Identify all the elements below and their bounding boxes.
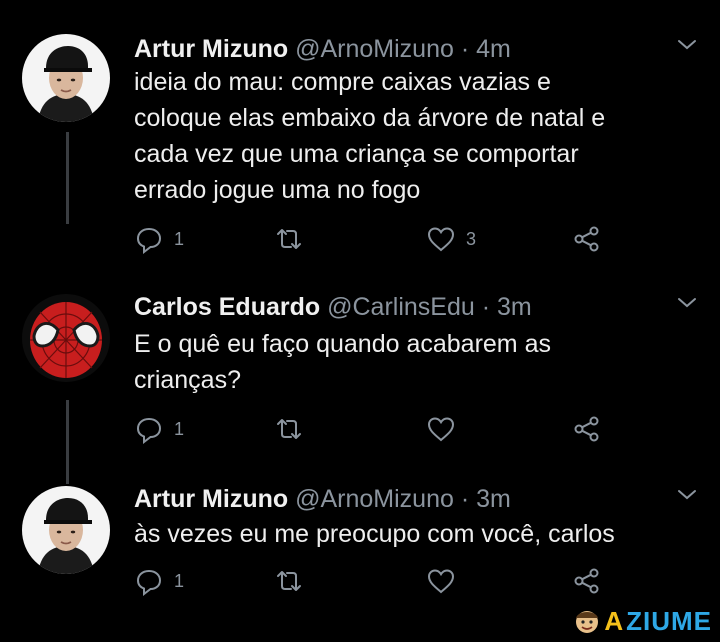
share-icon (574, 568, 599, 594)
heart-icon (427, 227, 455, 252)
timestamp[interactable]: 3m (497, 293, 532, 321)
avatar[interactable] (22, 294, 110, 382)
tweet-text-line: ideia do mau: compre caixas vazias e (134, 68, 551, 96)
watermark-logo: A ZIUME (572, 606, 712, 636)
share-button[interactable] (572, 414, 602, 444)
chevron-down-icon[interactable] (676, 296, 698, 310)
reply-icon (136, 417, 162, 444)
watermark-text: ZIUME (626, 605, 712, 636)
author-name[interactable]: Carlos Eduardo (134, 293, 320, 321)
reply-count: 1 (174, 570, 185, 591)
watermark-letter: A (604, 605, 625, 636)
mascot-face-icon (576, 611, 599, 633)
share-button[interactable] (572, 224, 602, 254)
tweet-text-line: crianças? (134, 366, 241, 394)
reply-count: 1 (174, 418, 185, 439)
avatar[interactable] (22, 34, 110, 122)
share-button[interactable] (572, 566, 602, 596)
author-name[interactable]: Artur Mizuno (134, 35, 288, 63)
tweet-text-line: coloque elas embaixo da árvore de natal … (134, 104, 606, 132)
author-handle[interactable]: @CarlinsEdu (327, 293, 475, 321)
reply-button[interactable]: 1 (134, 414, 184, 444)
tweet-text: E o quê eu faço quando acabarem as crian… (134, 326, 694, 398)
thread-line (66, 400, 69, 484)
tweet-actions: 1 (134, 566, 614, 596)
chevron-down-icon[interactable] (676, 38, 698, 52)
like-button[interactable]: 3 (426, 224, 476, 254)
thread-line (66, 132, 69, 224)
separator: · (460, 485, 470, 513)
like-count: 3 (466, 228, 477, 249)
separator: · (460, 35, 470, 63)
reply-button[interactable]: 1 (134, 566, 184, 596)
timestamp[interactable]: 3m (476, 485, 511, 513)
avatar[interactable] (22, 486, 110, 574)
tweet-text-line: às vezes eu me preocupo com você, carlos (134, 520, 615, 548)
share-icon (574, 416, 599, 442)
heart-icon (427, 417, 455, 442)
reply-icon (136, 569, 162, 596)
heart-icon (427, 569, 455, 594)
tweet-text: às vezes eu me preocupo com você, carlos (134, 516, 694, 552)
retweet-button[interactable] (274, 566, 314, 596)
tweet-text-line: E o quê eu faço quando acabarem as (134, 330, 551, 358)
tweet-text-line: errado jogue uma no fogo (134, 176, 421, 204)
like-button[interactable] (426, 414, 466, 444)
chevron-down-icon[interactable] (676, 488, 698, 502)
tweet-text-line: cada vez que uma criança se comportar (134, 140, 579, 168)
author-handle[interactable]: @ArnoMizuno (295, 485, 454, 513)
reply-count: 1 (174, 228, 185, 249)
tweet-text: ideia do mau: compre caixas vazias e col… (134, 64, 694, 208)
share-icon (574, 226, 599, 252)
timestamp[interactable]: 4m (476, 35, 511, 63)
tweet-actions: 1 3 (134, 224, 614, 254)
retweet-icon (277, 419, 301, 439)
author-handle[interactable]: @ArnoMizuno (295, 35, 454, 63)
reply-button[interactable]: 1 (134, 224, 184, 254)
retweet-icon (277, 571, 301, 591)
tweet-actions: 1 (134, 414, 614, 444)
retweet-button[interactable] (274, 224, 314, 254)
retweet-button[interactable] (274, 414, 314, 444)
reply-icon (136, 227, 162, 254)
separator: · (481, 293, 491, 321)
author-name[interactable]: Artur Mizuno (134, 485, 288, 513)
retweet-icon (277, 229, 301, 249)
like-button[interactable] (426, 566, 466, 596)
